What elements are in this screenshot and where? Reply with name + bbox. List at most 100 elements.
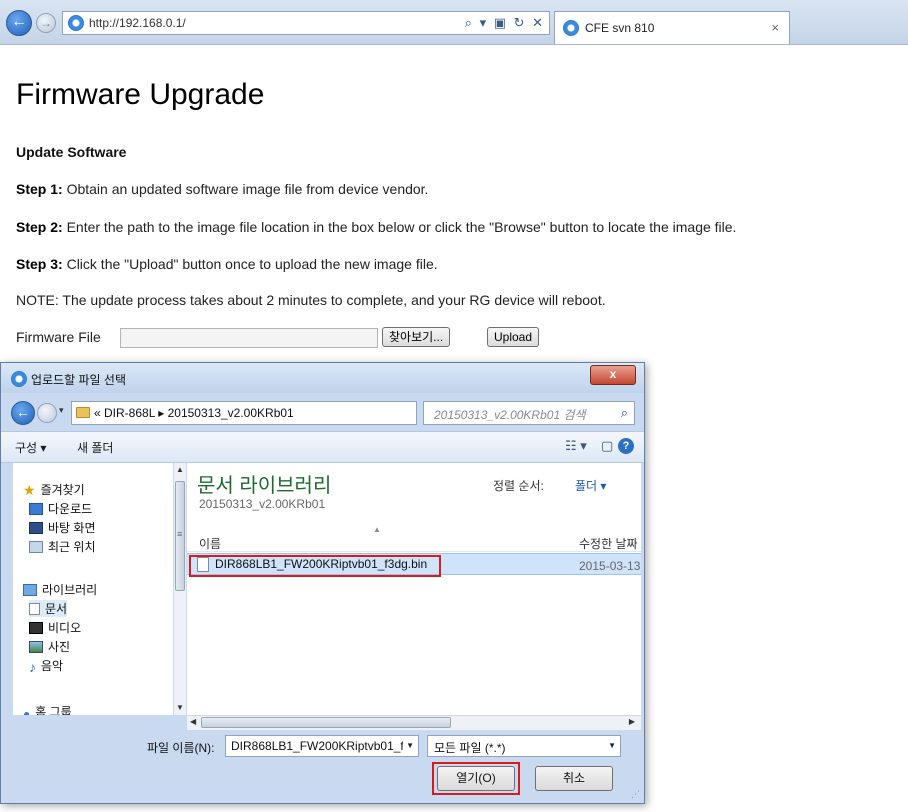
step-2-text: Enter the path to the image file locatio…	[62, 219, 737, 235]
libraries-icon	[23, 584, 37, 596]
step-1: Step 1: Obtain an updated software image…	[16, 181, 428, 197]
scroll-right-icon[interactable]: ▶	[629, 717, 635, 726]
step-2: Step 2: Enter the path to the image file…	[16, 219, 736, 235]
dialog-back-arrow-icon[interactable]: ←	[11, 401, 35, 425]
address-url[interactable]: http://192.168.0.1/	[89, 16, 186, 30]
cancel-button[interactable]: 취소	[535, 766, 613, 791]
section-heading: Update Software	[16, 144, 127, 160]
help-icon[interactable]: ?	[618, 438, 634, 454]
horizontal-scroll-thumb[interactable]	[201, 717, 451, 728]
filetype-select[interactable]: 모든 파일 (*.*) ▼	[427, 735, 621, 757]
preview-pane-icon[interactable]: ▢	[601, 438, 613, 454]
sidebar-item-pictures[interactable]: 사진	[29, 638, 70, 655]
sidebar-label: 라이브러리	[42, 583, 98, 597]
sidebar-item-videos[interactable]: 비디오	[29, 619, 81, 636]
browse-button[interactable]: 찾아보기...	[382, 327, 451, 347]
sort-label: 정렬 순서:	[493, 479, 544, 493]
pictures-icon	[29, 641, 43, 653]
recent-places-icon	[29, 541, 43, 553]
address-tools-icons[interactable]: ⌕ ▾ ▣ ↻ ✕	[465, 15, 545, 31]
column-header-name[interactable]: 이름	[199, 535, 221, 552]
sidebar-label: 비디오	[48, 621, 82, 635]
ie-page-icon	[68, 15, 84, 31]
documents-icon	[29, 603, 40, 615]
step-3: Step 3: Click the "Upload" button once t…	[16, 256, 438, 272]
dialog-close-button[interactable]: x	[590, 365, 636, 385]
step-1-label: Step 1:	[16, 181, 63, 197]
filetype-value[interactable]: 모든 파일 (*.*)	[434, 739, 506, 756]
firmware-file-input[interactable]	[120, 328, 378, 348]
tab-title: CFE svn 810	[585, 21, 655, 35]
sidebar-item-favorites[interactable]: ★ 즐겨찾기	[23, 481, 85, 499]
sidebar-label: 음악	[41, 659, 64, 673]
chevron-down-icon[interactable]: ▼	[608, 741, 616, 750]
videos-icon	[29, 622, 43, 634]
dialog-titlebar[interactable]: 업로드할 파일 선택 x	[1, 363, 644, 393]
firmware-file-label: Firmware File	[16, 329, 101, 345]
sort-caret-icon: ▲	[373, 525, 381, 534]
sidebar-item-documents[interactable]: 문서	[29, 600, 68, 617]
dialog-ie-icon	[11, 371, 27, 387]
sidebar-label: 사진	[48, 640, 71, 654]
downloads-icon	[29, 503, 43, 515]
new-folder-button[interactable]: 새 폴더	[77, 439, 113, 456]
file-date: 2015-03-13 오전	[579, 559, 641, 573]
history-dropdown-icon[interactable]: ▾	[59, 405, 64, 416]
forward-arrow-icon[interactable]: →	[36, 13, 56, 33]
homegroup-icon: ●	[23, 707, 31, 715]
sidebar-item-music[interactable]: ♪ 음악	[29, 657, 63, 675]
sidebar-item-libraries[interactable]: 라이브러리	[23, 581, 97, 598]
search-icon[interactable]: ⌕	[621, 405, 628, 421]
sidebar-label: 홈 그룹	[35, 705, 72, 715]
filename-label: 파일 이름(N):	[147, 741, 215, 755]
horizontal-scrollbar[interactable]: ◀ ▶	[187, 715, 641, 730]
dialog-toolbar: 구성 ▾ 새 폴더 ☷ ▾ ▢ ?	[1, 431, 644, 463]
music-icon: ♪	[29, 659, 36, 675]
desktop-icon	[29, 522, 43, 534]
dialog-forward-arrow-icon[interactable]	[37, 403, 57, 423]
back-arrow-icon[interactable]: ←	[6, 10, 32, 36]
column-divider	[187, 551, 641, 552]
view-options-icon[interactable]: ☷ ▾	[565, 438, 587, 454]
highlight-box-open	[432, 762, 520, 795]
filename-value[interactable]: DIR868LB1_FW200KRiptvb01_f3dg.bin	[231, 739, 403, 753]
dialog-title: 업로드할 파일 선택	[31, 373, 126, 387]
chevron-down-icon[interactable]: ▼	[406, 741, 414, 750]
library-subtitle: 20150313_v2.00KRb01	[199, 497, 326, 511]
scroll-up-icon[interactable]: ▲	[176, 465, 184, 474]
scroll-left-icon[interactable]: ◀	[190, 717, 196, 726]
scroll-down-icon[interactable]: ▼	[176, 703, 184, 712]
filename-field[interactable]: DIR868LB1_FW200KRiptvb01_f3dg.bin ▼	[225, 735, 419, 757]
sidebar-label: 바탕 화면	[48, 521, 96, 535]
resize-grip-icon[interactable]: ⋰	[631, 789, 640, 800]
star-icon: ★	[23, 482, 36, 498]
sidebar-label: 즐겨찾기	[40, 483, 85, 497]
organize-button[interactable]: 구성 ▾	[15, 439, 46, 456]
sidebar-scrollbar[interactable]: ▲ ≡ ▼	[173, 463, 186, 715]
scroll-grip-icon: ≡	[177, 529, 183, 539]
sidebar-item-homegroup[interactable]: ● 홈 그룹	[23, 703, 72, 715]
file-list-pane: 문서 라이브러리 20150313_v2.00KRb01 정렬 순서: 폴더 ▾…	[187, 463, 641, 715]
step-1-text: Obtain an updated software image file fr…	[62, 181, 429, 197]
tab-ie-icon	[563, 20, 579, 36]
navigation-pane: ★ 즐겨찾기 다운로드 바탕 화면 최근 위치 라이브러리 문서 비디오 사진 ♪…	[13, 463, 173, 715]
sidebar-label: 최근 위치	[48, 540, 96, 554]
path-breadcrumb-box[interactable]: « DIR-868L ▸ 20150313_v2.00KRb01 ▾ ↹	[71, 401, 478, 425]
upload-button[interactable]: Upload	[487, 327, 540, 347]
sidebar-item-desktop[interactable]: 바탕 화면	[29, 519, 96, 536]
column-header-modified[interactable]: 수정한 날짜	[579, 535, 638, 552]
tab-close-icon[interactable]: ×	[771, 20, 779, 35]
sidebar-item-recent[interactable]: 최근 위치	[29, 538, 96, 555]
address-bar[interactable]: http://192.168.0.1/ ⌕ ▾ ▣ ↻ ✕	[62, 11, 550, 35]
breadcrumb[interactable]: « DIR-868L ▸ 20150313_v2.00KRb01	[94, 406, 294, 420]
step-2-label: Step 2:	[16, 219, 63, 235]
browser-toolbar: ← → http://192.168.0.1/ ⌕ ▾ ▣ ↻ ✕ CFE sv…	[0, 0, 908, 45]
search-input[interactable]: 20150313_v2.00KRb01 검색 ⌕	[423, 401, 635, 425]
page-title: Firmware Upgrade	[16, 78, 265, 111]
library-title: 문서 라이브러리	[197, 475, 332, 497]
sidebar-item-downloads[interactable]: 다운로드	[29, 500, 92, 517]
sort-dropdown[interactable]: 폴더 ▾	[575, 477, 606, 494]
step-3-text: Click the "Upload" button once to upload…	[62, 256, 438, 272]
browser-tab[interactable]: CFE svn 810 ×	[554, 11, 790, 44]
sidebar-label: 다운로드	[48, 502, 93, 516]
